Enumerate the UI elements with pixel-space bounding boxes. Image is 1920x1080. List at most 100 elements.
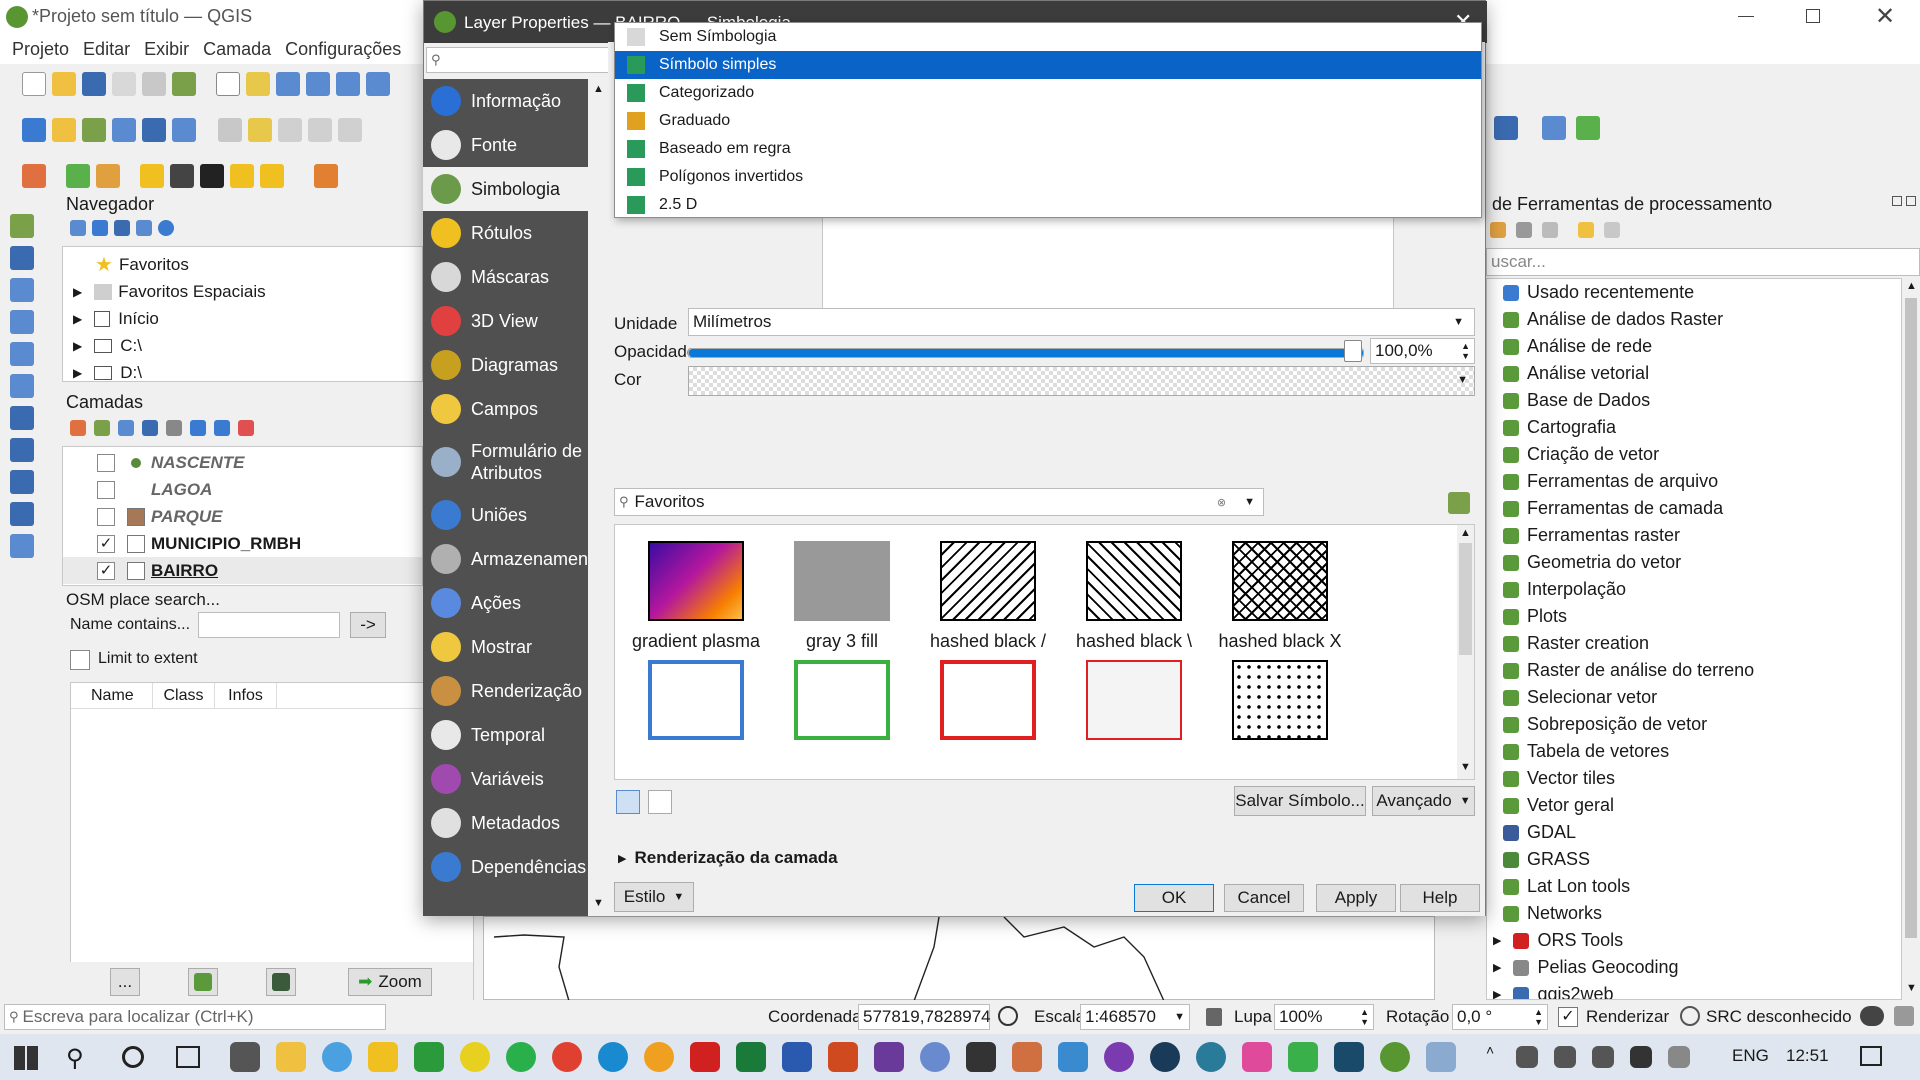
zoom-out-icon[interactable] bbox=[306, 72, 330, 96]
pdf-icon[interactable] bbox=[690, 1042, 720, 1072]
taskbar-search-icon[interactable]: ⚲ bbox=[66, 1044, 84, 1073]
sidebar-item-diagramas[interactable]: Diagramas bbox=[423, 343, 588, 387]
menu-editar[interactable]: Editar bbox=[83, 39, 130, 60]
spin-arrows-icon[interactable]: ▲ ▼ bbox=[1534, 1007, 1543, 1027]
expand-arrow-icon[interactable]: ▶ bbox=[1493, 961, 1501, 974]
eye-icon[interactable] bbox=[118, 420, 134, 436]
georef-icon[interactable] bbox=[10, 278, 34, 302]
style-manager-icon[interactable] bbox=[1448, 492, 1470, 514]
layer-row[interactable]: ✓ BAIRRO bbox=[63, 557, 422, 584]
browser-item-d[interactable]: ▶ D:\ bbox=[63, 359, 422, 386]
column-infos[interactable]: Infos bbox=[215, 683, 277, 708]
symbol-gradient-plasma[interactable]: gradient plasma bbox=[631, 541, 761, 652]
osm-more-button[interactable]: ... bbox=[110, 968, 140, 996]
photos-icon[interactable] bbox=[1058, 1042, 1088, 1072]
run-model-icon[interactable] bbox=[1490, 222, 1506, 238]
scroll-up-icon[interactable]: ▲ bbox=[1906, 280, 1917, 292]
ok-button[interactable]: OK bbox=[1134, 884, 1214, 912]
sidebar-item-variaveis[interactable]: Variáveis bbox=[423, 757, 588, 801]
plugin-edit-icon[interactable] bbox=[22, 164, 46, 188]
dialog-search-input[interactable]: ⚲ bbox=[426, 47, 611, 73]
remove-layer-icon[interactable] bbox=[238, 420, 254, 436]
edit-in-place-icon[interactable] bbox=[1578, 222, 1594, 238]
name-contains-input[interactable] bbox=[198, 612, 340, 638]
layer-row[interactable]: NASCENTE bbox=[63, 449, 422, 476]
plugin-p-icon[interactable] bbox=[230, 164, 254, 188]
add-selected-icon[interactable] bbox=[70, 220, 86, 236]
renderer-option[interactable]: Sem Símbologia bbox=[615, 23, 1481, 51]
sidebar-item-simbologia[interactable]: Simbologia bbox=[423, 167, 588, 211]
processing-item[interactable]: Base de Dados bbox=[1487, 387, 1901, 414]
grass-tool-icon[interactable] bbox=[1542, 116, 1566, 140]
filter-icon[interactable] bbox=[114, 220, 130, 236]
app-colorful-icon[interactable] bbox=[1242, 1042, 1272, 1072]
osm-go-button[interactable]: -> bbox=[350, 612, 386, 638]
results-icon[interactable] bbox=[1542, 222, 1558, 238]
browser-item-c[interactable]: ▶ C:\ bbox=[63, 332, 422, 359]
notifications-icon[interactable] bbox=[1860, 1046, 1882, 1066]
processing-item[interactable]: Vetor geral bbox=[1487, 792, 1901, 819]
pan-to-selection-icon[interactable] bbox=[246, 72, 270, 96]
symbol-gray-3-fill[interactable]: gray 3 fill bbox=[777, 541, 907, 652]
unit-select[interactable]: Milímetros ▼ bbox=[688, 308, 1475, 336]
layer-row[interactable]: ✓ MUNICIPIO_RMBH bbox=[63, 530, 422, 557]
zoom-full-icon[interactable] bbox=[336, 72, 360, 96]
layer-symbol-swatch[interactable] bbox=[127, 534, 145, 553]
render-checkbox[interactable]: ✓ bbox=[1558, 1007, 1578, 1027]
processing-item[interactable]: Análise de dados Raster bbox=[1487, 306, 1901, 333]
processing-item[interactable]: Geometria do vetor bbox=[1487, 549, 1901, 576]
edit-icon[interactable] bbox=[218, 118, 242, 142]
clear-search-icon[interactable]: ⊗ bbox=[1217, 496, 1226, 509]
expand-arrow-icon[interactable]: ▶ bbox=[73, 366, 82, 380]
processing-item[interactable]: Lat Lon tools bbox=[1487, 873, 1901, 900]
scroll-down-icon[interactable]: ▼ bbox=[1460, 761, 1471, 773]
sidebar-item-formulario-de-atributos[interactable]: Formulário de Atributos bbox=[423, 431, 588, 493]
renderer-option[interactable]: Graduado bbox=[615, 107, 1481, 135]
magnifier-spinbox[interactable]: 100% ▲ ▼ bbox=[1274, 1004, 1374, 1030]
processing-item[interactable]: ▶ ORS Tools bbox=[1487, 927, 1901, 954]
spin-arrows-icon[interactable]: ▲ ▼ bbox=[1360, 1007, 1369, 1027]
sidebar-item-mostrar[interactable]: Mostrar bbox=[423, 625, 588, 669]
layer-visibility-checkbox[interactable]: ✓ bbox=[97, 561, 115, 580]
processing-item[interactable]: Ferramentas de arquivo bbox=[1487, 468, 1901, 495]
locator-input[interactable]: ⚲ Escreva para localizar (Ctrl+K) bbox=[4, 1004, 386, 1030]
layer-rendering-group[interactable]: ▶ Renderização da camada bbox=[618, 848, 838, 868]
symbol-outline-red[interactable] bbox=[923, 660, 1053, 750]
sidebar-item-3d-view[interactable]: 3D View bbox=[423, 299, 588, 343]
processing-item[interactable]: ▶ Pelias Geocoding bbox=[1487, 954, 1901, 981]
scroll-thumb[interactable] bbox=[1905, 298, 1917, 938]
opacity-slider[interactable] bbox=[688, 348, 1364, 358]
delete-icon[interactable] bbox=[338, 118, 362, 142]
list-view-button[interactable] bbox=[648, 790, 672, 814]
plugin-tools-icon[interactable] bbox=[96, 164, 120, 188]
task-view-icon[interactable] bbox=[176, 1046, 200, 1068]
symbol-hashed-black-slash[interactable]: hashed black / bbox=[923, 541, 1053, 652]
osm-globe-button[interactable] bbox=[188, 968, 218, 996]
menu-projeto[interactable]: Projeto bbox=[12, 39, 69, 60]
cortana-icon[interactable] bbox=[122, 1046, 144, 1068]
renderer-option[interactable]: Símbolo simples bbox=[615, 51, 1481, 79]
save-edits-icon[interactable] bbox=[278, 118, 302, 142]
layer-row[interactable]: PARQUE bbox=[63, 503, 422, 530]
expand-arrow-icon[interactable]: ▶ bbox=[1493, 934, 1501, 947]
sidebar-item-fonte[interactable]: Fonte bbox=[423, 123, 588, 167]
new-project-icon[interactable] bbox=[22, 72, 46, 96]
opacity-spinbox[interactable]: 100,0% ▲ ▼ bbox=[1370, 338, 1475, 364]
grass-settings-icon[interactable] bbox=[1576, 116, 1600, 140]
expand-arrow-icon[interactable]: ▶ bbox=[73, 285, 82, 299]
plugin-d-icon[interactable] bbox=[260, 164, 284, 188]
line-tool-icon[interactable] bbox=[10, 342, 34, 366]
spin-arrows-icon[interactable]: ▲ ▼ bbox=[1461, 341, 1470, 361]
help-button[interactable]: Help bbox=[1400, 884, 1480, 912]
qgis-settings-icon[interactable] bbox=[1426, 1042, 1456, 1072]
icon-view-button[interactable] bbox=[616, 790, 640, 814]
layer-row[interactable]: LAGOA bbox=[63, 476, 422, 503]
zoom-in-icon[interactable] bbox=[276, 72, 300, 96]
renderer-option[interactable]: Categorizado bbox=[615, 79, 1481, 107]
minimize-icon[interactable] bbox=[1738, 16, 1754, 17]
info-icon[interactable] bbox=[158, 220, 174, 236]
print-layout-icon[interactable] bbox=[142, 72, 166, 96]
app-globe-icon[interactable] bbox=[1196, 1042, 1226, 1072]
menu-camada[interactable]: Camada bbox=[203, 39, 271, 60]
renderer-option[interactable]: 2.5 D bbox=[615, 191, 1481, 219]
